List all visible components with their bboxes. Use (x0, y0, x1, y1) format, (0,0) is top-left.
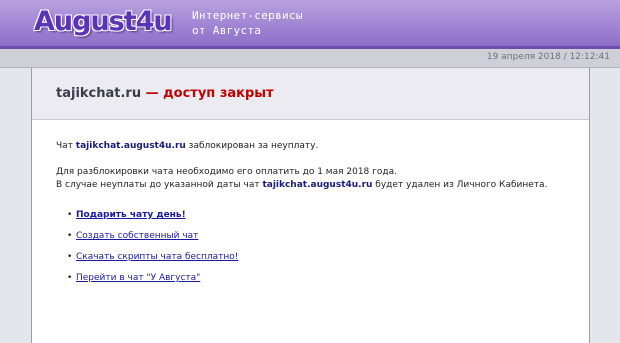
tagline-line-1: Интернет-сервисы (192, 9, 303, 22)
deletion-warning: В случае неуплаты до указанной даты чат … (56, 179, 576, 192)
gift-day-link[interactable]: Подарить чату день! (76, 210, 186, 220)
date-bar: 19 апреля 2018 / 12:12:41 (0, 49, 620, 68)
chat-domain: tajikchat.august4u.ru (75, 141, 186, 151)
site-header: August4u Интернет-сервисы от Августа (0, 0, 620, 46)
page-title-site: tajikchat.ru (56, 86, 142, 101)
go-to-chat-link[interactable]: Перейти в чат "У Августа" (76, 273, 200, 283)
blocked-notice-suffix: заблокирован за неуплату. (185, 141, 319, 151)
content-panel: tajikchat.ru — доступ закрыт Чат tajikch… (31, 68, 590, 343)
site-tagline: Интернет-сервисы от Августа (192, 8, 303, 38)
list-item: • Создать собственный чат (67, 230, 576, 242)
list-item: • Подарить чату день! (67, 209, 576, 221)
deletion-warning-suffix: будет удален из Личного Кабинета. (372, 180, 548, 190)
list-item: • Перейти в чат "У Августа" (67, 272, 576, 284)
message-body: Чат tajikchat.august4u.ru заблокирован з… (56, 140, 576, 293)
page-title: tajikchat.ru — доступ закрыт (56, 86, 274, 101)
august4u-logo[interactable]: August4u (34, 5, 173, 39)
blocked-notice: Чат tajikchat.august4u.ru заблокирован з… (56, 140, 576, 153)
deletion-warning-prefix: В случае неуплаты до указанной даты чат (56, 180, 263, 190)
bullet-icon: • (67, 273, 73, 283)
download-scripts-link[interactable]: Скачать скрипты чата бесплатно! (76, 252, 238, 262)
bullet-icon: • (67, 252, 73, 262)
bullet-icon: • (67, 231, 73, 241)
action-links: • Подарить чату день! • Создать собственны… (56, 209, 576, 284)
blocked-notice-prefix: Чат (56, 141, 76, 151)
title-area: tajikchat.ru — доступ закрыт (32, 68, 589, 120)
create-chat-link[interactable]: Создать собственный чат (76, 231, 198, 241)
chat-domain-2: tajikchat.august4u.ru (262, 180, 373, 190)
payment-deadline-text: Для разблокировки чата необходимо его оп… (56, 167, 397, 177)
bullet-icon: • (67, 210, 73, 220)
tagline-line-2: от Августа (192, 24, 262, 37)
list-item: • Скачать скрипты чата бесплатно! (67, 251, 576, 263)
page-title-status: — доступ закрыт (145, 86, 274, 101)
current-datetime: 19 апреля 2018 / 12:12:41 (486, 52, 610, 62)
